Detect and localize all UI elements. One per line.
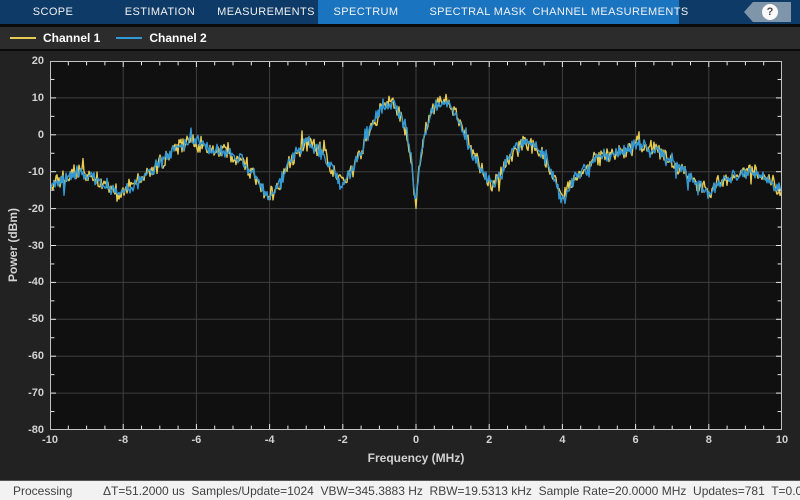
help-button[interactable]: ? <box>744 2 791 22</box>
plot-panel: Power (dBm) 20 10 0 -10 -20 -30 -40 -50 -60 -70 -8… <box>0 51 800 480</box>
channel1-line-swatch <box>10 37 36 39</box>
y-tick-label: 20 <box>31 55 44 67</box>
spectrum-plot[interactable] <box>50 61 782 430</box>
x-tick-label: -4 <box>264 434 275 446</box>
y-tick-label: 10 <box>31 91 44 104</box>
y-tick-label: -70 <box>28 387 44 400</box>
status-state: Processing <box>13 484 73 498</box>
y-tick-label: -40 <box>28 276 44 289</box>
y-tick-label: -60 <box>28 350 44 363</box>
legend-bar: Channel 1 Channel 2 <box>0 27 800 49</box>
x-tick-label: 8 <box>705 434 712 446</box>
legend-item-channel2[interactable]: Channel 2 <box>116 31 207 45</box>
channel2-line-swatch <box>116 37 143 39</box>
x-tick-label: 10 <box>775 434 789 446</box>
active-tab-group: SPECTRUM SPECTRAL MASK CHANNEL MEASUREME… <box>318 0 688 24</box>
x-tick-label: -10 <box>42 434 58 446</box>
y-tick-label: -10 <box>28 165 44 178</box>
x-tick-label: 4 <box>559 434 566 446</box>
legend-label: Channel 2 <box>149 31 207 45</box>
legend-item-channel1[interactable]: Channel 1 <box>10 31 100 45</box>
x-tick-label: -6 <box>191 434 202 446</box>
x-tick-label: -2 <box>337 434 348 446</box>
status-metrics: ΔT=51.2000 us Samples/Update=1024 VBW=34… <box>103 484 800 498</box>
legend-label: Channel 1 <box>43 31 101 45</box>
tab-channel-measurements[interactable]: CHANNEL MEASUREMENTS <box>532 0 688 24</box>
y-tick-label: -50 <box>28 313 44 326</box>
x-axis-label: Frequency (MHz) <box>367 451 465 465</box>
tab-estimation[interactable]: ESTIMATION <box>106 0 214 24</box>
y-tick-label: 0 <box>37 128 44 141</box>
spectrum-analyzer-window: SCOPE ESTIMATION MEASUREMENTS SPECTRUM S… <box>0 0 800 500</box>
x-tick-label: -8 <box>118 434 129 446</box>
x-tick-label: 0 <box>412 434 420 446</box>
question-mark-icon: ? <box>762 4 778 20</box>
x-tick-label: 6 <box>632 434 639 446</box>
ribbon-tab-strip: SCOPE ESTIMATION MEASUREMENTS SPECTRUM S… <box>0 0 800 24</box>
x-tick-label: 2 <box>486 434 493 446</box>
status-bar: Processing ΔT=51.2000 us Samples/Update=… <box>0 480 800 500</box>
y-tick-label: -20 <box>28 202 44 215</box>
tab-spectral-mask[interactable]: SPECTRAL MASK <box>414 0 542 24</box>
tab-scope[interactable]: SCOPE <box>0 0 106 24</box>
tab-spectrum[interactable]: SPECTRUM <box>318 0 414 24</box>
tab-measurements[interactable]: MEASUREMENTS <box>214 0 318 24</box>
y-tick-label: -30 <box>28 239 44 252</box>
toolbar-filler: ? <box>679 0 800 24</box>
